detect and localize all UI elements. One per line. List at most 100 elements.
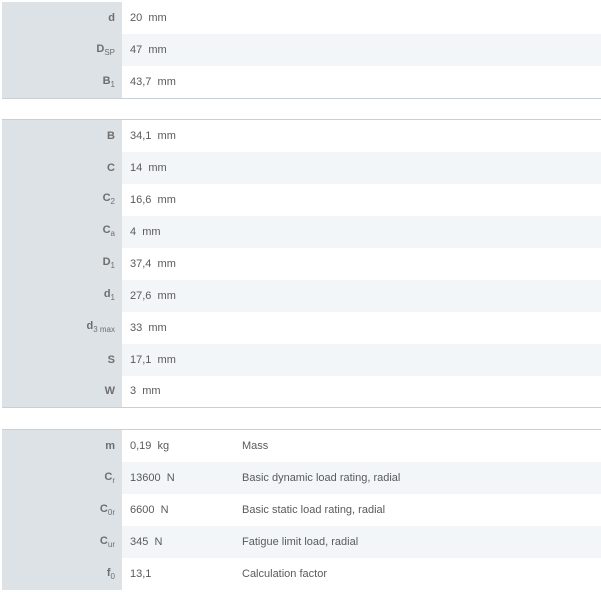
parameter-value: 34,1 mm <box>122 120 601 152</box>
parameter-value: 37,4 mm <box>122 248 601 280</box>
value-number: 33 <box>130 321 143 334</box>
value-unit: mm <box>148 161 167 174</box>
value-number: 43,7 <box>130 75 152 88</box>
value-number: 34,1 <box>130 129 152 142</box>
table-row: Ca 4 mm <box>2 215 601 248</box>
table-row: B 34,1 mm <box>2 119 601 152</box>
value-number: 47 <box>130 44 143 56</box>
value-number: 20 <box>130 12 143 24</box>
parameter-value: 0,19 kg <box>122 430 242 463</box>
symbol-subscript: 1 <box>110 79 115 89</box>
table-row: C2 16,6 mm <box>2 183 601 216</box>
parameter-value: 3 mm <box>122 376 601 408</box>
symbol-subscript: a <box>110 229 115 239</box>
dimensions-table-detail: B 34,1 mm C 14 mm C2 16,6 mm Ca 4 mm D1 37,4 mm d1… <box>2 119 601 408</box>
parameter-description: Fatigue limit load, radial <box>242 526 601 558</box>
value-unit: mm <box>148 44 167 56</box>
table-row: S 17,1 mm <box>2 343 601 376</box>
table-row: W 3 mm <box>2 375 601 408</box>
value-number: 27,6 <box>130 289 152 302</box>
table-row: DSP 47 mm <box>2 34 601 66</box>
parameter-description: Mass <box>242 440 269 452</box>
parameter-symbol: d1 <box>2 279 122 312</box>
table-row: D1 37,4 mm <box>2 247 601 280</box>
value-unit: N <box>160 504 169 516</box>
table-row: C 14 mm <box>2 151 601 184</box>
table-row: f0 13,1 Calculation factor <box>2 558 601 590</box>
table-row: d 20 mm <box>2 2 601 34</box>
symbol-letter: B <box>102 74 111 87</box>
parameter-symbol: B1 <box>2 66 122 98</box>
symbol-subscript: r <box>112 476 115 486</box>
parameter-value: 43,7 mm <box>122 66 601 98</box>
value-unit: mm <box>157 257 176 270</box>
parameter-symbol: DSP <box>2 34 122 66</box>
symbol-subscript: ur <box>107 540 115 550</box>
value-number: 13,1 <box>130 568 152 580</box>
parameter-value: 33 mm <box>122 312 601 344</box>
parameter-symbol: C0r <box>2 494 122 526</box>
symbol-letter: m <box>105 440 115 452</box>
parameter-symbol: S <box>2 343 122 376</box>
parameter-value: 345 N <box>122 526 242 558</box>
parameter-symbol: W <box>2 375 122 408</box>
parameter-symbol: C2 <box>2 183 122 216</box>
symbol-letter: C <box>107 161 115 174</box>
parameter-symbol: d3 max <box>2 311 122 344</box>
table-row: d1 27,6 mm <box>2 279 601 312</box>
value-unit: kg <box>157 440 170 452</box>
symbol-letter: C <box>102 192 111 205</box>
parameter-value: 20 mm <box>122 2 601 34</box>
value-unit: mm <box>157 75 176 88</box>
table-row: B1 43,7 mm <box>2 66 601 98</box>
table-row: Cr 13600 N Basic dynamic load rating, radi… <box>2 462 601 494</box>
value-number: 3 <box>130 385 137 398</box>
symbol-letter: C <box>99 534 108 547</box>
parameter-value: 17,1 mm <box>122 343 601 376</box>
symbol-letter: W <box>104 385 115 398</box>
value-number: 17,1 <box>130 353 152 366</box>
value-number: 4 <box>130 225 137 238</box>
symbol-letter: D <box>102 256 111 269</box>
value-number: 345 <box>130 536 149 548</box>
symbol-subscript: 2 <box>110 197 115 207</box>
value-unit: mm <box>148 12 167 24</box>
dimensions-table-main: d 20 mm DSP 47 mm B1 43,7 mm <box>2 2 601 99</box>
parameter-symbol: Cur <box>2 526 122 558</box>
value-unit: N <box>154 536 163 548</box>
symbol-letter: B <box>107 129 115 142</box>
value-number: 14 <box>130 161 143 174</box>
value-unit: mm <box>142 385 161 398</box>
parameter-value: 16,6 mm <box>122 184 601 216</box>
parameter-symbol: f0 <box>2 558 122 590</box>
parameter-value: 14 mm <box>122 151 601 184</box>
parameter-symbol: C <box>2 151 122 184</box>
parameter-description: Calculation factor <box>242 568 327 580</box>
value-unit: mm <box>157 129 176 142</box>
symbol-subscript: 1 <box>110 293 115 303</box>
parameter-description: Basic dynamic load rating, radial <box>242 462 601 494</box>
symbol-subscript: SP <box>104 48 115 58</box>
symbol-subscript: 3 max <box>93 325 115 335</box>
parameter-description: Basic static load rating, radial <box>242 504 386 516</box>
symbol-subscript: 0r <box>107 508 115 518</box>
table-row: Cur 345 N Fatigue limit load, radial <box>2 526 601 558</box>
parameter-symbol: Ca <box>2 215 122 248</box>
parameter-value: 13,1 <box>122 558 242 590</box>
symbol-subscript: 1 <box>110 261 115 271</box>
value-unit: mm <box>157 193 176 206</box>
value-unit: mm <box>148 321 167 334</box>
value-unit: mm <box>142 225 161 238</box>
symbol-letter: d <box>108 12 115 24</box>
table-row: C0r 6600 N Basic static load rating, radia… <box>2 494 601 526</box>
table-row: m 0,19 kg Mass <box>2 429 601 463</box>
symbol-subscript: 0 <box>110 572 115 582</box>
parameter-value: 47 mm <box>122 34 601 66</box>
parameter-symbol: D1 <box>2 247 122 280</box>
parameter-value: 13600 N <box>122 462 242 494</box>
value-number: 37,4 <box>130 257 152 270</box>
parameter-value: 27,6 mm <box>122 279 601 312</box>
symbol-letter: C <box>102 224 111 237</box>
value-unit: mm <box>157 289 176 302</box>
table-row: d3 max 33 mm <box>2 311 601 344</box>
